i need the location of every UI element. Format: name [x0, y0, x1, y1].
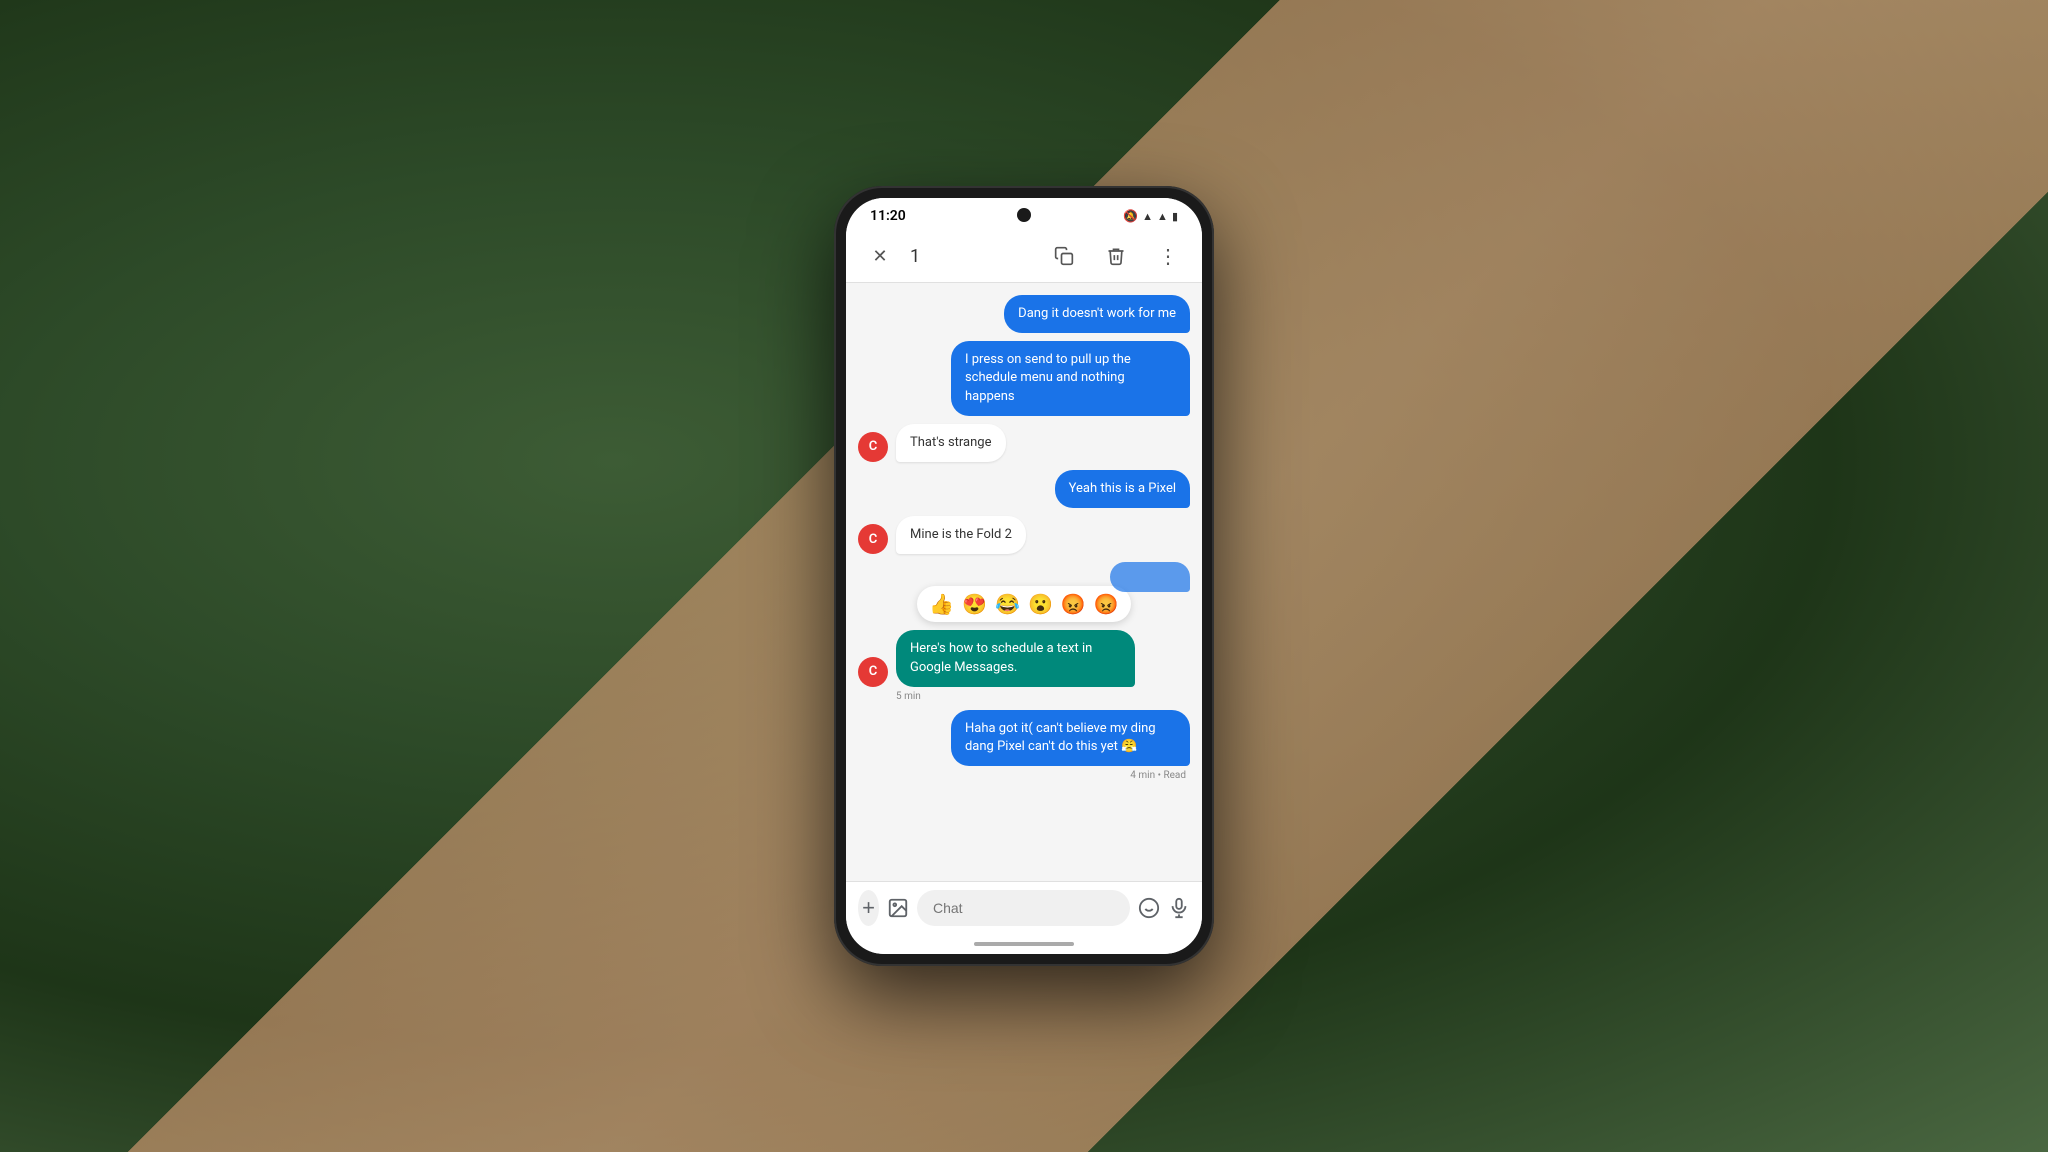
emoji-reaction-bar: 👍 😍 😂 😮 😡 😡 [917, 586, 1130, 622]
input-bar: + [846, 881, 1202, 934]
mic-button[interactable] [1168, 890, 1190, 926]
chat-input[interactable] [917, 890, 1130, 926]
image-button[interactable] [887, 890, 909, 926]
message-row: C That's strange [858, 424, 1190, 462]
contact-avatar: C [858, 524, 888, 554]
action-bar: ✕ 1 ⋮ [846, 230, 1202, 283]
add-attachment-button[interactable]: + [858, 890, 879, 926]
message-bubble[interactable]: Dang it doesn't work for me [1004, 295, 1190, 333]
message-row [1110, 562, 1190, 592]
delete-button[interactable] [1098, 238, 1134, 274]
copy-button[interactable] [1046, 238, 1082, 274]
message-row: Yeah this is a Pixel [858, 470, 1190, 508]
phone-screen: 11:20 🔕 ▲ ▲ ▮ ✕ 1 [846, 198, 1202, 954]
phone-wrapper: 11:20 🔕 ▲ ▲ ▮ ✕ 1 [834, 186, 1214, 966]
home-indicator [846, 934, 1202, 954]
battery-icon: ▮ [1172, 210, 1178, 223]
emoji-button[interactable] [1138, 890, 1160, 926]
camera-hole [1017, 208, 1031, 222]
message-bubble[interactable]: I press on send to pull up the schedule … [951, 341, 1190, 416]
message-timestamp: 5 min [858, 691, 1190, 702]
selection-count: 1 [910, 246, 920, 267]
message-timestamp: 4 min • Read [858, 770, 1190, 781]
emoji-thumbsup[interactable]: 👍 [929, 592, 954, 616]
message-bubble[interactable]: Yeah this is a Pixel [1055, 470, 1190, 508]
emoji-heart-eyes[interactable]: 😍 [962, 592, 987, 616]
more-options-button[interactable]: ⋮ [1150, 238, 1186, 274]
message-row: C Mine is the Fold 2 [858, 516, 1190, 554]
message-row: Haha got it( can't believe my ding dang … [858, 710, 1190, 766]
message-bubble[interactable]: That's strange [896, 424, 1006, 462]
add-icon: + [862, 895, 875, 921]
emoji-angry2[interactable]: 😡 [1094, 592, 1119, 616]
wifi-icon: ▲ [1142, 210, 1153, 223]
action-bar-left: ✕ 1 [862, 238, 1034, 274]
volume-icon: 🔕 [1123, 209, 1138, 223]
action-bar-right: ⋮ [1046, 238, 1186, 274]
home-bar[interactable] [974, 942, 1074, 946]
message-row: I press on send to pull up the schedule … [858, 341, 1190, 416]
emoji-reaction-section: 👍 😍 😂 😮 😡 😡 [858, 562, 1190, 622]
message-row: Dang it doesn't work for me [858, 295, 1190, 333]
status-time: 11:20 [870, 208, 906, 224]
phone-device: 11:20 🔕 ▲ ▲ ▮ ✕ 1 [834, 186, 1214, 966]
contact-avatar: C [858, 657, 888, 687]
message-bubble[interactable] [1110, 562, 1190, 592]
message-bubble[interactable]: Here's how to schedule a text in Google … [896, 630, 1135, 686]
close-button[interactable]: ✕ [862, 238, 898, 274]
contact-avatar: C [858, 432, 888, 462]
message-row: C Here's how to schedule a text in Googl… [858, 630, 1190, 686]
chat-area: Dang it doesn't work for me I press on s… [846, 283, 1202, 881]
message-bubble[interactable]: Haha got it( can't believe my ding dang … [951, 710, 1190, 766]
message-bubble[interactable]: Mine is the Fold 2 [896, 516, 1026, 554]
status-icons: 🔕 ▲ ▲ ▮ [1123, 209, 1178, 223]
emoji-wow[interactable]: 😮 [1028, 592, 1053, 616]
emoji-angry1[interactable]: 😡 [1061, 592, 1086, 616]
emoji-laugh[interactable]: 😂 [995, 592, 1020, 616]
signal-icon: ▲ [1157, 210, 1168, 223]
